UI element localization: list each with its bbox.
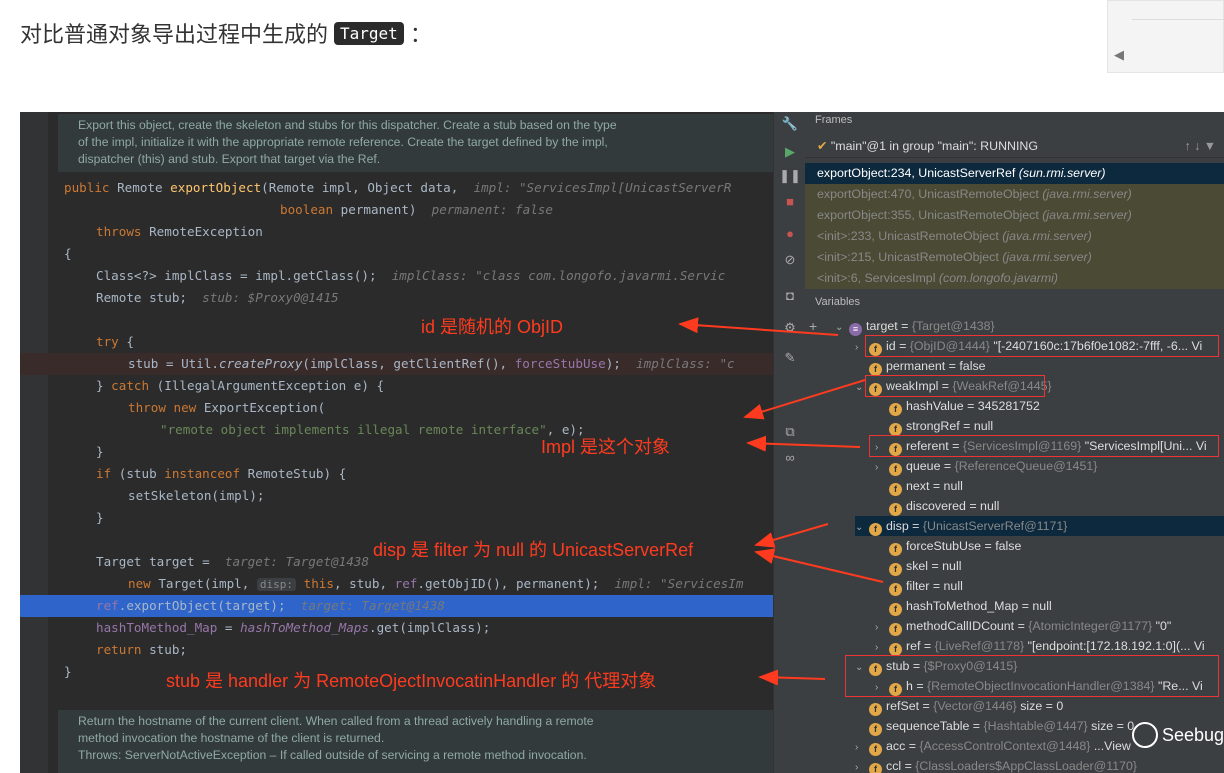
code-line: if (stub instanceof RemoteStub) {	[96, 466, 347, 481]
wrench-icon[interactable]: 🔧	[774, 116, 806, 132]
seebug-logo-icon	[1132, 722, 1158, 748]
stop-icon[interactable]: ■	[774, 194, 806, 209]
code-line: setSkeleton(impl);	[128, 488, 265, 503]
variable-ccl[interactable]: › f ccl = {ClassLoaders$AppClassLoader@117…	[855, 756, 1224, 773]
variable-filter[interactable]: f filter = null	[875, 576, 1224, 596]
ide-screenshot: Export this object, create the skeleton …	[20, 112, 1224, 773]
code-line: new Target(impl, disp: this, stub, ref.g…	[128, 576, 744, 591]
stack-frame[interactable]: <init>:233, UnicastRemoteObject (java.rm…	[805, 226, 1224, 247]
pin-icon[interactable]: ✎	[774, 350, 806, 366]
code-line: hashToMethod_Map = hashToMethod_Maps.get…	[96, 620, 491, 635]
javadoc-top: Export this object, create the skeleton …	[58, 114, 773, 172]
variable-next[interactable]: f next = null	[875, 476, 1224, 496]
highlight-box	[869, 435, 1219, 457]
infinity-icon[interactable]: ∞	[774, 450, 806, 465]
article-heading: 对比普通对象导出过程中生成的 Target ：	[20, 17, 432, 49]
camera-icon[interactable]: ◘	[774, 288, 806, 303]
heading-text: 对比普通对象导出过程中生成的	[20, 22, 329, 47]
stack-frame[interactable]: exportObject:355, UnicastRemoteObject (j…	[805, 205, 1224, 226]
annotation-disp: disp 是 filter 为 null 的 UnicastServerRef	[373, 540, 694, 560]
variable-skel[interactable]: f skel = null	[875, 556, 1224, 576]
variable-refSet[interactable]: f refSet = {Vector@1446} size = 0	[855, 696, 1224, 716]
pause-icon[interactable]: ❚❚	[774, 168, 806, 184]
code-line: Remote stub; stub: $Proxy0@1415	[96, 290, 339, 305]
annotation-stub: stub 是 handler 为 RemoteOjectInvocatinHan…	[166, 671, 657, 691]
variable-hashValue[interactable]: f hashValue = 345281752	[875, 396, 1224, 416]
code-line: throw new ExportException(	[128, 400, 326, 415]
code-line: } catch (IllegalArgumentException e) {	[96, 378, 385, 393]
seebug-watermark: Seebug	[1132, 722, 1224, 748]
copy-icon[interactable]: ⧉	[774, 424, 806, 440]
horizontal-scrollbar[interactable]: ◀	[1107, 0, 1224, 73]
code-line: {	[64, 246, 72, 261]
variables-title: Variables	[815, 296, 861, 308]
heading-suffix: ：	[409, 22, 432, 47]
add-watch-icon[interactable]: +	[809, 318, 817, 334]
scroll-left-icon[interactable]: ◀	[1114, 47, 1124, 63]
variable-ref[interactable]: › f ref = {LiveRef@1178} "[endpoint:[172.1…	[875, 636, 1224, 656]
stack-frame[interactable]: exportObject:470, UnicastRemoteObject (j…	[805, 184, 1224, 205]
annotation-impl: Impl 是这个对象	[541, 437, 671, 457]
settings-icon[interactable]: ⚙	[774, 320, 806, 336]
variable-disp[interactable]: ⌄ f disp = {UnicastServerRef@1171}	[855, 516, 1224, 536]
code-line: return stub;	[96, 642, 187, 657]
variable-discovered[interactable]: f discovered = null	[875, 496, 1224, 516]
stack-frame[interactable]: <init>:215, UnicastRemoteObject (java.rm…	[805, 247, 1224, 268]
code-line-current: ref.exportObject(target); target: Target…	[20, 595, 773, 617]
variable-queue[interactable]: › f queue = {ReferenceQueue@1451}	[875, 456, 1224, 476]
code-line: public Remote exportObject(Remote impl, …	[64, 180, 732, 195]
variable-target[interactable]: ⌄ ≡ target = {Target@1438}	[835, 316, 1224, 336]
stack-frame[interactable]: <init>:6, ServicesImpl (com.longofo.java…	[805, 268, 1224, 289]
mute-breakpoints-icon[interactable]: ⊘	[774, 252, 806, 268]
thread-selector[interactable]: ✔ "main"@1 in group "main": RUNNING ↑ ↓ ▼	[805, 134, 1224, 158]
heading-code: Target	[334, 21, 404, 45]
variable-methodCallIDCount[interactable]: › f methodCallIDCount = {AtomicInteger@117…	[875, 616, 1224, 636]
javadoc-bottom: Return the hostname of the current clien…	[58, 710, 773, 773]
annotation-id: id 是随机的 ObjID	[421, 317, 564, 337]
variable-forceStubUse[interactable]: f forceStubUse = false	[875, 536, 1224, 556]
highlight-box	[865, 375, 1045, 397]
code-line: Class<?> implClass = impl.getClass(); im…	[96, 268, 726, 283]
highlight-box	[845, 655, 1219, 697]
stack-frame[interactable]: exportObject:234, UnicastServerRef (sun.…	[805, 163, 1224, 184]
debug-toolbar: 🔧 ▶ ❚❚ ■ ● ⊘ ◘ ⚙ ✎ ⧉ ∞	[773, 112, 805, 773]
frames-title: Frames	[815, 114, 853, 126]
code-line: stub = Util.createProxy(implClass, getCl…	[20, 353, 773, 375]
breakpoints-icon[interactable]: ●	[774, 226, 806, 241]
code-line: try {	[96, 334, 134, 349]
code-line: }	[96, 510, 104, 525]
variable-permanent[interactable]: f permanent = false	[855, 356, 1224, 376]
param-hint: disp:	[256, 578, 297, 591]
resume-icon[interactable]: ▶	[774, 144, 806, 160]
variable-strongRef[interactable]: f strongRef = null	[875, 416, 1224, 436]
debugger-panel: Frames ✔ "main"@1 in group "main": RUNNI…	[805, 112, 1224, 773]
highlight-box	[865, 335, 1219, 357]
code-line: boolean permanent) permanent: false	[280, 202, 553, 217]
code-line: throws RemoteException	[96, 224, 263, 239]
variable-hashToMethod_Map[interactable]: f hashToMethod_Map = null	[875, 596, 1224, 616]
